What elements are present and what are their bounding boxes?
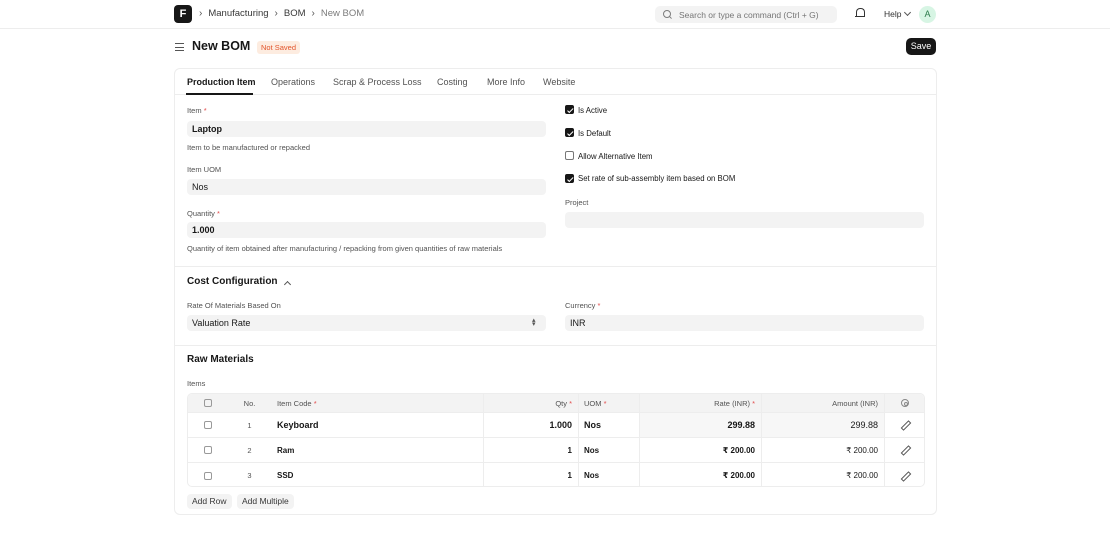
allow-alternative-item-label: Allow Alternative Item xyxy=(578,152,653,161)
select-all-checkbox[interactable] xyxy=(204,399,212,407)
row-amount: ₹ 200.00 xyxy=(846,445,878,455)
item-label: Item * xyxy=(187,106,207,115)
row-rate: ₹ 200.00 xyxy=(722,445,755,455)
chevron-right-icon: › xyxy=(199,8,203,19)
tab-costing[interactable]: Costing xyxy=(437,77,468,87)
form-card: Production Item Operations Scrap & Proce… xyxy=(174,68,937,515)
rate-based-on-value: Valuation Rate xyxy=(192,318,251,328)
tab-operations[interactable]: Operations xyxy=(271,77,315,87)
search-icon xyxy=(663,9,673,20)
row-rate: 299.88 xyxy=(727,420,755,430)
menu-icon[interactable] xyxy=(175,43,184,51)
row-amount: 299.88 xyxy=(850,420,878,430)
row-item-code: Keyboard xyxy=(277,420,319,430)
item-field[interactable]: Laptop xyxy=(187,121,546,137)
table-row[interactable]: 2 Ram 1 Nos ₹ 200.00 ₹ 200.00 xyxy=(188,438,924,463)
currency-field[interactable]: INR xyxy=(565,315,924,331)
form-tabs: Production Item Operations Scrap & Proce… xyxy=(175,69,936,95)
edit-icon[interactable] xyxy=(901,421,909,429)
quantity-field[interactable]: 1.000 xyxy=(187,222,546,238)
col-no: No. xyxy=(243,398,256,408)
table-header: No. Item Code * Qty * UOM * Rate (INR) *… xyxy=(188,394,924,413)
quantity-label: Quantity * xyxy=(187,209,220,218)
bell-icon[interactable] xyxy=(855,8,865,20)
search-input[interactable] xyxy=(679,9,829,20)
row-checkbox[interactable] xyxy=(204,446,212,454)
row-no: 1 xyxy=(247,420,252,430)
items-label: Items xyxy=(187,379,206,388)
raw-materials-table: No. Item Code * Qty * UOM * Rate (INR) *… xyxy=(187,393,925,487)
breadcrumb: › Manufacturing › BOM › New BOM xyxy=(199,8,364,19)
help-dropdown[interactable]: Help xyxy=(884,8,912,19)
row-no: 3 xyxy=(247,471,252,480)
chevron-up-icon[interactable] xyxy=(283,280,292,289)
row-qty: 1.000 xyxy=(549,420,572,430)
chevron-right-icon: › xyxy=(274,8,278,19)
breadcrumb-new-bom[interactable]: New BOM xyxy=(321,8,364,19)
search-bar[interactable] xyxy=(655,6,837,23)
table-row[interactable]: 1 Keyboard 1.000 Nos 299.88 299.88 xyxy=(188,413,924,438)
set-rate-subassembly-checkbox[interactable] xyxy=(565,174,574,183)
currency-label: Currency * xyxy=(565,301,601,310)
edit-icon[interactable] xyxy=(901,472,909,480)
uom-label: Item UOM xyxy=(187,165,222,174)
tab-more-info[interactable]: More Info xyxy=(487,77,525,87)
col-amount: Amount (INR) xyxy=(832,398,878,408)
tab-website[interactable]: Website xyxy=(543,77,575,87)
row-qty: 1 xyxy=(567,445,572,455)
help-label: Help xyxy=(884,9,902,19)
chevron-down-icon xyxy=(904,8,912,17)
select-arrows-icon: ▴ ▾ xyxy=(532,317,536,328)
row-uom: Nos xyxy=(584,471,600,480)
section-divider xyxy=(175,266,936,267)
avatar[interactable]: A xyxy=(919,6,936,23)
is-default-label: Is Default xyxy=(578,129,611,138)
row-checkbox[interactable] xyxy=(204,421,212,429)
col-uom: UOM * xyxy=(584,398,607,408)
tab-production-item[interactable]: Production Item xyxy=(187,77,256,87)
settings-icon[interactable] xyxy=(901,399,909,407)
set-rate-subassembly-label: Set rate of sub-assembly item based on B… xyxy=(578,174,736,183)
breadcrumb-bom[interactable]: BOM xyxy=(284,8,306,19)
page-title: New BOM xyxy=(192,39,251,53)
active-tab-indicator xyxy=(186,93,253,95)
col-item-code: Item Code * xyxy=(277,398,317,408)
row-amount: ₹ 200.00 xyxy=(846,471,878,480)
is-active-label: Is Active xyxy=(578,106,608,115)
edit-icon[interactable] xyxy=(901,446,909,454)
uom-field[interactable]: Nos xyxy=(187,179,546,195)
add-multiple-button[interactable]: Add Multiple xyxy=(237,494,294,509)
row-qty: 1 xyxy=(567,471,572,480)
cost-configuration-title[interactable]: Cost Configuration xyxy=(187,276,278,287)
is-active-checkbox[interactable] xyxy=(565,105,574,114)
chevron-right-icon: › xyxy=(311,8,315,19)
row-no: 2 xyxy=(247,445,252,455)
breadcrumb-manufacturing[interactable]: Manufacturing xyxy=(208,8,268,19)
col-rate: Rate (INR) * xyxy=(714,398,755,408)
is-default-checkbox[interactable] xyxy=(565,128,574,137)
section-divider xyxy=(175,345,936,346)
project-label: Project xyxy=(565,198,589,207)
table-row[interactable]: 3 SSD 1 Nos ₹ 200.00 ₹ 200.00 xyxy=(188,463,924,486)
row-item-code: SSD xyxy=(277,471,294,480)
rate-based-on-select[interactable]: Valuation Rate xyxy=(187,315,546,331)
rate-based-on-label: Rate Of Materials Based On xyxy=(187,301,281,310)
row-checkbox[interactable] xyxy=(204,471,212,480)
row-item-code: Ram xyxy=(277,445,295,455)
row-rate: ₹ 200.00 xyxy=(722,471,755,480)
top-navbar: F › Manufacturing › BOM › New BOM Help A xyxy=(0,0,1110,29)
col-qty: Qty * xyxy=(555,398,572,408)
project-field[interactable] xyxy=(565,212,924,228)
row-uom: Nos xyxy=(584,420,602,430)
allow-alternative-item-checkbox[interactable] xyxy=(565,151,574,160)
status-badge: Not Saved xyxy=(257,41,301,54)
save-button[interactable]: Save xyxy=(906,38,936,55)
app-logo[interactable]: F xyxy=(174,5,192,23)
tab-scrap-process-loss[interactable]: Scrap & Process Loss xyxy=(333,77,422,87)
add-row-button[interactable]: Add Row xyxy=(187,494,232,509)
quantity-help-text: Quantity of item obtained after manufact… xyxy=(187,244,503,253)
item-help-text: Item to be manufactured or repacked xyxy=(187,143,310,152)
raw-materials-title: Raw Materials xyxy=(187,354,254,365)
row-uom: Nos xyxy=(584,445,600,455)
